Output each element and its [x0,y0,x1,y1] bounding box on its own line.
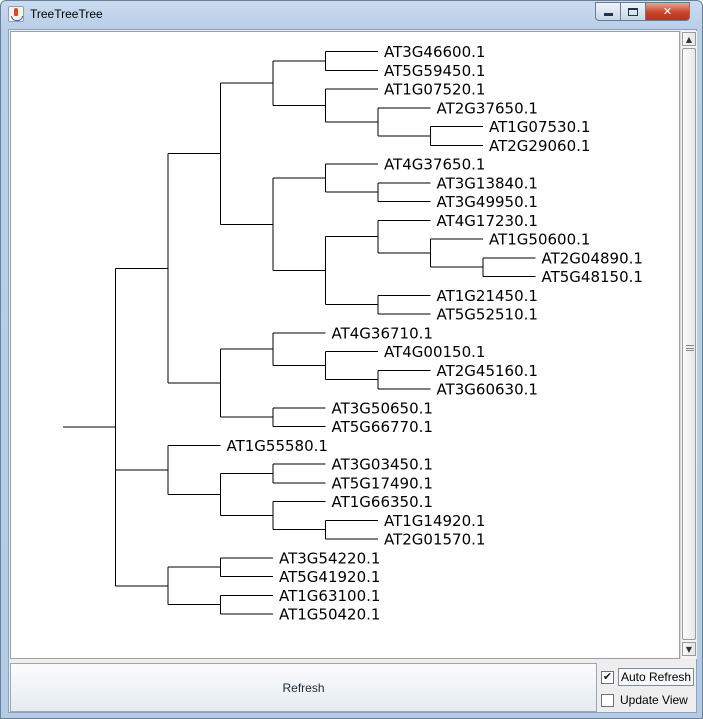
leaf-label: AT3G03450.1 [332,456,433,474]
leaf-label: AT1G66350.1 [332,493,433,511]
leaf-label: AT1G21450.1 [437,287,538,305]
client-area: AT3G46600.1 AT5G59450.1 AT1G07520.1 AT2G376… [8,29,697,713]
update-view-label: Update View [620,693,688,707]
leaf-label: AT1G63100.1 [279,587,380,605]
auto-refresh-box[interactable]: ✔ [601,670,614,684]
leaf-label: AT3G60630.1 [437,381,538,399]
scroll-thumb[interactable] [682,48,696,640]
vertical-scrollbar[interactable]: ▲ ▼ [680,31,697,659]
leaf-label: AT1G07530.1 [489,118,590,136]
leaf-label: AT4G36710.1 [332,324,433,342]
leaf-label: AT3G13840.1 [437,174,538,192]
leaf-label: AT4G37650.1 [384,156,485,174]
arrow-down-icon: ▼ [685,644,693,654]
leaf-label: AT3G54220.1 [279,549,380,567]
leaf-label: AT5G66770.1 [332,418,433,436]
update-view-box[interactable] [601,693,614,707]
window-title: TreeTreeTree [30,7,103,21]
close-icon: ✕ [662,5,673,18]
leaf-label: AT5G59450.1 [384,62,485,80]
scroll-up-button[interactable]: ▲ [682,32,696,46]
leaf-label: AT1G07520.1 [384,81,485,99]
leaf-label: AT1G50600.1 [489,231,590,249]
arrow-up-icon: ▲ [685,34,693,44]
close-button[interactable]: ✕ [645,2,690,21]
leaf-label: AT3G49950.1 [437,193,538,211]
refresh-button[interactable]: Refresh [10,663,597,712]
checkmark-icon: ✔ [602,670,613,683]
update-view-checkbox[interactable]: Update View [601,692,690,708]
minimize-icon [603,13,613,16]
leaf-label: AT5G48150.1 [542,268,643,286]
refresh-button-label: Refresh [282,680,325,695]
leaf-label: AT2G45160.1 [437,362,538,380]
leaf-label: AT4G00150.1 [384,343,485,361]
auto-refresh-checkbox[interactable]: ✔ Auto Refresh [601,668,695,686]
leaf-label: AT5G52510.1 [437,306,538,324]
auto-refresh-label: Auto Refresh [618,668,695,686]
leaf-label: AT1G55580.1 [227,437,328,455]
leaf-label: AT3G50650.1 [332,399,433,417]
minimize-button[interactable] [595,2,621,21]
java-cup-icon[interactable] [8,6,24,22]
tree-view[interactable]: AT3G46600.1 AT5G59450.1 AT1G07520.1 AT2G376… [10,31,680,659]
scroll-down-button[interactable]: ▼ [682,642,696,656]
leaf-label: AT1G14920.1 [384,512,485,530]
leaf-label: AT2G01570.1 [384,531,485,549]
leaf-label: AT5G17490.1 [332,474,433,492]
leaf-label: AT3G46600.1 [384,43,485,61]
title-bar[interactable]: TreeTreeTree ✕ [1,1,702,27]
maximize-button[interactable] [620,2,646,21]
dendrogram: AT3G46600.1AT5G59450.1AT1G07520.1AT2G376… [63,43,643,624]
maximize-icon [628,7,638,16]
leaf-label: AT2G37650.1 [437,99,538,117]
main-window: TreeTreeTree ✕ AT3G46600.1 AT5G59450.1 AT1… [0,0,703,719]
leaf-label: AT1G50420.1 [279,606,380,624]
leaf-label: AT5G41920.1 [279,568,380,586]
leaf-label: AT4G17230.1 [437,212,538,230]
leaf-label: AT2G29060.1 [489,137,590,155]
leaf-label: AT2G04890.1 [542,249,643,267]
window-controls: ✕ [595,2,690,21]
grip-icon [686,345,694,351]
